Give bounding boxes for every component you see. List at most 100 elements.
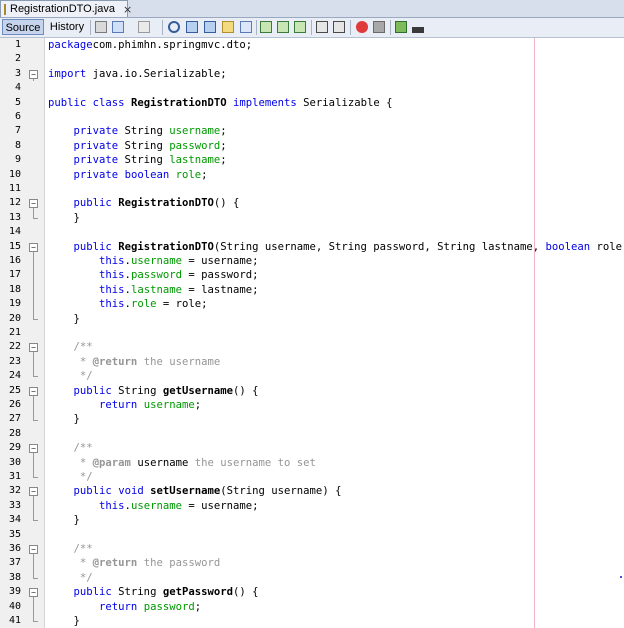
fold-guide bbox=[33, 513, 34, 521]
fold-guide bbox=[33, 282, 34, 298]
code-token: } bbox=[48, 312, 80, 325]
fold-toggle-icon[interactable]: − bbox=[29, 545, 38, 554]
code-token: ; bbox=[194, 600, 202, 613]
fold-toggle-icon[interactable]: − bbox=[29, 487, 38, 497]
code-line: } bbox=[48, 312, 80, 326]
code-token: the password bbox=[137, 557, 221, 570]
code-token: password bbox=[143, 600, 195, 613]
code-line: public class RegistrationDTO implements … bbox=[48, 96, 392, 110]
fold-guide bbox=[33, 254, 34, 269]
code-token: @return bbox=[92, 557, 138, 570]
code-line: this.username = username; bbox=[48, 499, 258, 513]
fold-toggle-icon[interactable]: − bbox=[29, 386, 38, 396]
fold-toggle-icon[interactable]: − bbox=[29, 444, 38, 454]
file-tab[interactable]: RegistrationDTO.java × bbox=[0, 0, 132, 17]
line-number: 28 bbox=[8, 427, 21, 439]
code-token: RegistrationDTO bbox=[118, 240, 214, 253]
line-number: 24 bbox=[8, 370, 21, 382]
shift-right-icon[interactable] bbox=[333, 21, 345, 33]
toggle-highlight-icon[interactable] bbox=[222, 21, 234, 33]
line-number: 34 bbox=[8, 514, 21, 526]
code-line: } bbox=[48, 614, 80, 628]
find-previous-icon[interactable] bbox=[186, 21, 198, 33]
back-icon[interactable] bbox=[112, 21, 124, 33]
previous-bookmark-icon[interactable] bbox=[260, 21, 272, 33]
code-line: return username; bbox=[48, 398, 201, 412]
line-number: 2 bbox=[14, 53, 21, 65]
line-number: 17 bbox=[8, 269, 21, 281]
code-token: void bbox=[118, 485, 144, 498]
code-token: ; bbox=[220, 154, 227, 167]
line-number: 33 bbox=[8, 499, 21, 511]
code-line: */ bbox=[48, 470, 93, 484]
code-line: public RegistrationDTO(String username, … bbox=[48, 240, 624, 254]
code-line: private String password; bbox=[48, 139, 227, 153]
code-line: /** bbox=[48, 441, 93, 455]
toggle-bookmark-icon[interactable] bbox=[294, 21, 306, 33]
line-number: 37 bbox=[8, 557, 21, 569]
line-number: 12 bbox=[8, 197, 21, 209]
code-token: } bbox=[48, 211, 80, 224]
tab-source[interactable]: Source bbox=[2, 19, 44, 35]
code-token: username bbox=[169, 125, 221, 138]
code-token: implements bbox=[233, 96, 297, 109]
code-token: (String username) { bbox=[220, 485, 342, 498]
shift-left-icon[interactable] bbox=[316, 21, 328, 33]
code-token: public bbox=[48, 96, 87, 109]
fold-toggle-icon[interactable]: − bbox=[29, 69, 38, 79]
line-number: 22 bbox=[8, 341, 21, 353]
code-token: getUsername bbox=[162, 384, 233, 397]
comment-icon[interactable] bbox=[395, 21, 407, 33]
code-line: public void setUsername(String username)… bbox=[48, 484, 342, 498]
line-number: 6 bbox=[14, 111, 21, 122]
line-number: 39 bbox=[8, 586, 21, 598]
code-editor[interactable]: 1 packagecom.phimhn.springmvc.dto; 2 3− impo… bbox=[0, 38, 624, 628]
next-bookmark-icon[interactable] bbox=[277, 21, 289, 33]
code-line: public String getPassword() { bbox=[48, 585, 259, 599]
code-token: } bbox=[48, 514, 80, 527]
tab-history[interactable]: History bbox=[46, 19, 88, 35]
code-token: public bbox=[73, 384, 112, 397]
code-line: public String getUsername() { bbox=[48, 384, 259, 398]
start-macro-recording-icon[interactable] bbox=[356, 21, 368, 33]
fold-toggle-icon[interactable]: − bbox=[29, 242, 38, 252]
line-number: 32 bbox=[8, 485, 21, 497]
stop-macro-recording-icon[interactable] bbox=[373, 21, 385, 33]
line-number: 36 bbox=[8, 543, 21, 554]
code-token: ; bbox=[220, 139, 227, 152]
code-token: the username to set bbox=[188, 456, 316, 469]
code-token: username bbox=[130, 456, 189, 469]
code-token: ; bbox=[201, 168, 208, 181]
code-token: String bbox=[118, 125, 170, 138]
code-token: return bbox=[99, 600, 138, 613]
code-token: package bbox=[48, 39, 93, 51]
code-token: this bbox=[99, 283, 125, 296]
fold-toggle-icon[interactable]: − bbox=[29, 588, 38, 598]
fold-toggle-icon[interactable]: − bbox=[29, 343, 38, 353]
toolbar-separator bbox=[90, 20, 91, 35]
fold-toggle-icon[interactable]: − bbox=[29, 199, 38, 209]
code-line: /** bbox=[48, 542, 93, 556]
code-token: String bbox=[118, 139, 170, 152]
uncomment-icon[interactable] bbox=[412, 27, 424, 33]
forward-icon[interactable] bbox=[138, 21, 150, 33]
toolbar-separator bbox=[390, 20, 391, 35]
code-line: * @return the password bbox=[48, 556, 220, 570]
close-tab-icon[interactable]: × bbox=[123, 3, 132, 16]
find-icon[interactable] bbox=[168, 21, 180, 33]
code-token: * bbox=[79, 456, 93, 469]
toggle-rectangular-selection-icon[interactable] bbox=[240, 21, 252, 33]
code-line: private String username; bbox=[48, 124, 227, 138]
last-edit-icon[interactable] bbox=[95, 21, 107, 33]
fold-guide bbox=[33, 369, 34, 377]
line-number: 23 bbox=[8, 355, 21, 367]
find-next-icon[interactable] bbox=[204, 21, 216, 33]
